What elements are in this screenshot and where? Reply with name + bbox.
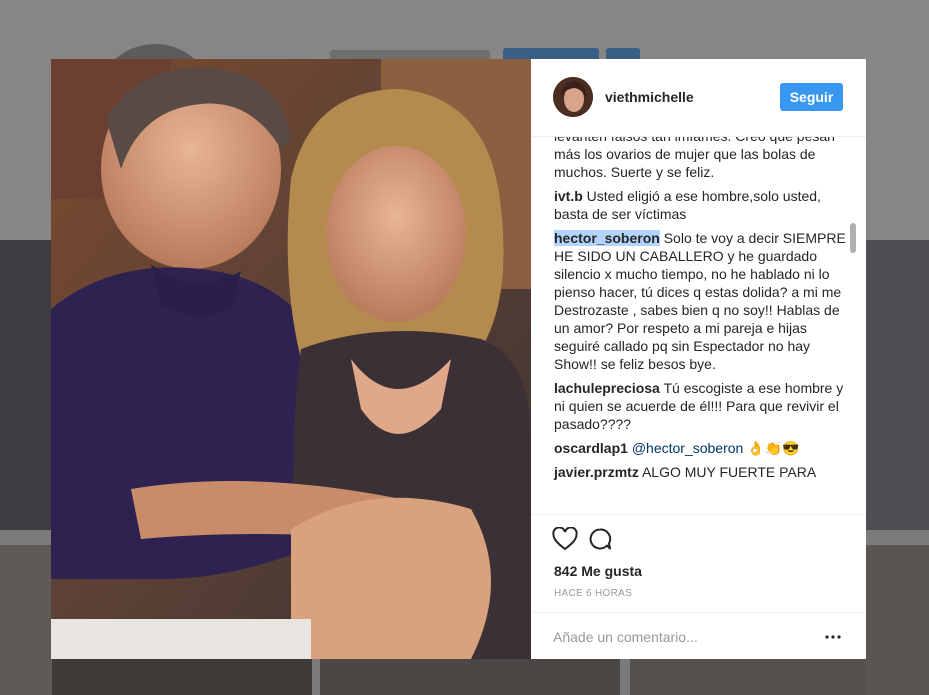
comment-username[interactable]: ivt.b	[554, 188, 583, 204]
comment-mention[interactable]: @hector_soberon	[632, 440, 744, 456]
comment-username[interactable]: javier.przmtz	[554, 464, 639, 480]
comment-username[interactable]: lachulepreciosa	[554, 380, 660, 396]
comment-item: levanten falsos tan imfames. Creo que pe…	[554, 137, 846, 181]
photo-illustration	[51, 59, 531, 659]
comment-username[interactable]: oscardlap1	[554, 440, 628, 456]
background-grid-tile	[866, 240, 929, 530]
scrollbar-thumb[interactable]	[850, 223, 856, 253]
comment-item: lachulepreciosa Tú escogiste a ese hombr…	[554, 379, 846, 433]
comments-list[interactable]: levanten falsos tan imfames. Creo que pe…	[531, 137, 851, 513]
background-grid-tile	[0, 545, 52, 695]
avatar[interactable]	[553, 77, 593, 117]
heart-icon[interactable]	[551, 525, 579, 553]
background-grid-tile	[52, 659, 312, 695]
post-timestamp[interactable]: HACE 6 HORAS	[554, 588, 632, 599]
comment-item: javier.przmtz ALGO MUY FUERTE PARA	[554, 463, 846, 481]
comment-username[interactable]: hector_soberon	[554, 230, 660, 246]
comment-text: ALGO MUY FUERTE PARA	[641, 464, 817, 480]
post-header: viethmichelle Seguir	[531, 59, 866, 137]
background-grid-tile	[320, 659, 620, 695]
follow-button[interactable]: Seguir	[780, 83, 843, 111]
comment-text: Usted eligió a ese hombre,solo usted, ba…	[554, 188, 821, 222]
comment-input[interactable]	[553, 627, 803, 647]
post-actions: 842 Me gusta HACE 6 HORAS	[531, 514, 866, 660]
post-username[interactable]: viethmichelle	[605, 89, 694, 105]
comment-item: oscardlap1 @hector_soberon 👌👏😎	[554, 439, 846, 457]
comment-item: hector_soberon Solo te voy a decir SIEMP…	[554, 229, 846, 373]
add-comment-bar	[531, 612, 866, 661]
more-options-icon[interactable]	[823, 629, 843, 645]
background-grid-tile	[630, 659, 866, 695]
background-grid-tile	[0, 240, 52, 530]
comment-text: Solo te voy a decir SIEMPRE HE SIDO UN C…	[554, 230, 846, 372]
background-grid-tile	[866, 545, 929, 695]
post-sidebar: viethmichelle Seguir levanten falsos tan…	[531, 59, 866, 659]
post-modal: viethmichelle Seguir levanten falsos tan…	[51, 59, 866, 659]
post-photo	[51, 59, 531, 659]
comment-text: 👌👏😎	[747, 440, 800, 456]
comment-icon[interactable]	[586, 525, 614, 553]
comment-item: ivt.b Usted eligió a ese hombre,solo ust…	[554, 187, 846, 223]
comments-scrollbar[interactable]	[848, 137, 858, 515]
like-count[interactable]: 842 Me gusta	[554, 563, 642, 579]
comment-text: levanten falsos tan imfames. Creo que pe…	[554, 137, 835, 180]
avatar-image	[553, 77, 593, 117]
